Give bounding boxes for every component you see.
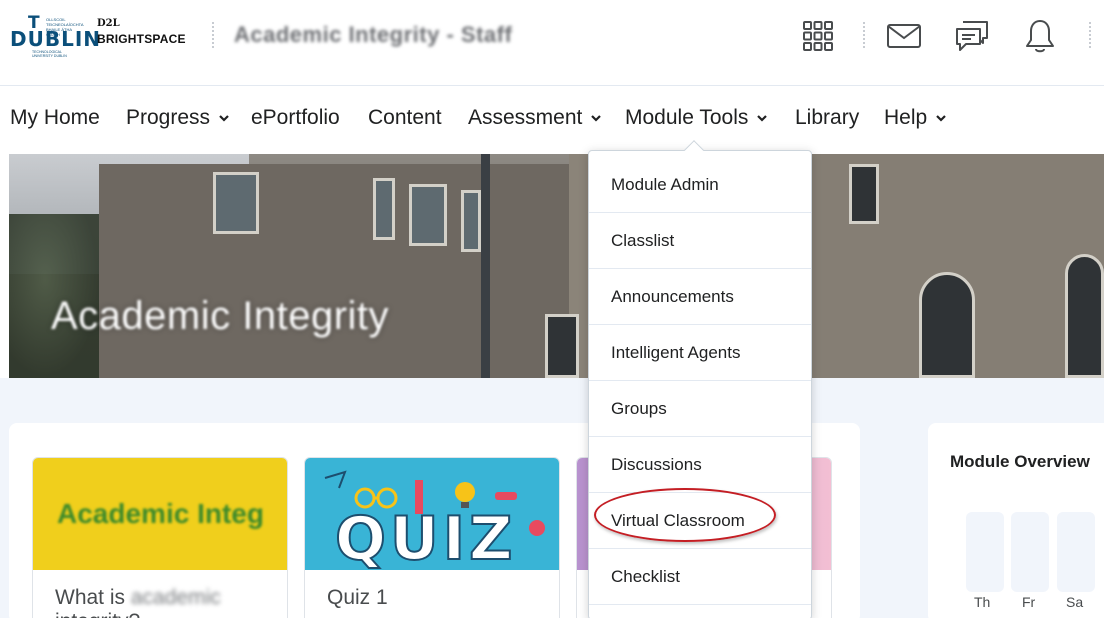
menu-item-checklist[interactable]: Checklist	[589, 549, 811, 605]
nav-label: Module Tools	[625, 106, 749, 129]
banner-title: Academic Integrity	[51, 294, 390, 338]
nav-eportfolio[interactable]: ePortfolio	[251, 106, 340, 130]
tu-tagline: OLLSCOIL TEICNEOLAÍOCHTA BHAILE ÁTHA CLI…	[46, 17, 84, 37]
banner-window	[461, 190, 481, 252]
nav-label: Progress	[126, 106, 211, 129]
card-title: Quiz 1	[327, 586, 388, 609]
nav-help[interactable]: Help	[884, 106, 947, 130]
menu-item-module-admin[interactable]: Module Admin	[589, 157, 811, 213]
top-bar: T DUBLIN OLLSCOIL TEICNEOLAÍOCHTA BHAILE…	[0, 0, 1104, 86]
menu-item-announcements[interactable]: Announcements	[589, 269, 811, 325]
banner-pole	[481, 154, 490, 378]
day-bar	[1011, 512, 1049, 592]
day-label: Sa	[1066, 594, 1084, 610]
bell-icon[interactable]	[1020, 16, 1060, 56]
content-card[interactable]: QUIZ Quiz 1	[304, 457, 560, 618]
mail-icon[interactable]	[884, 16, 924, 56]
chevron-down-icon	[591, 115, 602, 122]
nav-content[interactable]: Content	[368, 106, 442, 130]
brightspace-wordmark: BRIGHTSPACE	[97, 32, 186, 46]
day-label: Th	[974, 594, 991, 610]
day-bar	[1057, 512, 1095, 592]
chevron-down-icon	[219, 115, 229, 122]
menu-item-classlist[interactable]: Classlist	[589, 213, 811, 269]
chevron-down-icon	[936, 115, 946, 122]
waffle-icon[interactable]	[798, 16, 838, 56]
menu-item-intelligent-agents[interactable]: Intelligent Agents	[589, 325, 811, 381]
header-divider	[1089, 22, 1091, 48]
virtual-classroom-highlight-circle	[594, 488, 776, 542]
nav-label: Library	[795, 106, 860, 129]
course-banner-image: Academic Integrity	[9, 154, 1104, 378]
nav-module-tools[interactable]: Module Tools	[625, 106, 768, 130]
card-thumbnail-text: QUIZ	[334, 503, 517, 570]
day-bar	[966, 512, 1004, 592]
banner-window	[213, 172, 259, 234]
nav-label: Assessment	[468, 106, 583, 129]
nav-label: Content	[368, 106, 442, 129]
nav-label: My Home	[10, 106, 100, 129]
card-title: What is academic integrity?	[55, 586, 221, 618]
banner-window	[409, 184, 447, 246]
card-thumbnail: Academic Integ	[33, 458, 287, 570]
banner-building	[99, 164, 569, 378]
banner-window	[1065, 254, 1104, 378]
header-divider	[212, 22, 214, 48]
nav-my-home[interactable]: My Home	[10, 106, 100, 130]
nav-label: ePortfolio	[251, 106, 340, 129]
menu-item-groups[interactable]: Groups	[589, 381, 811, 437]
content-card[interactable]: Academic Integ What is academic integrit…	[32, 457, 288, 618]
d2l-wordmark: D2L	[97, 18, 120, 29]
header-divider	[863, 22, 865, 48]
chat-icon[interactable]	[952, 16, 992, 56]
nav-assessment[interactable]: Assessment	[468, 106, 602, 130]
banner-window	[919, 272, 975, 378]
nav-label: Help	[884, 106, 928, 129]
chevron-down-icon	[757, 115, 768, 122]
module-tools-dropdown: Module Admin Classlist Announcements Int…	[588, 140, 812, 618]
menu-item-discussions[interactable]: Discussions	[589, 437, 811, 493]
module-overview-widget: Module Overview	[928, 423, 1104, 618]
tu-dublin-brightspace-logo[interactable]: T DUBLIN OLLSCOIL TEICNEOLAÍOCHTA BHAILE…	[10, 13, 190, 58]
course-title[interactable]: Academic Integrity - Staff	[234, 22, 512, 48]
card-title-blurred: academic	[130, 586, 221, 609]
card-title-prefix: What is	[55, 586, 126, 609]
card-thumbnail: QUIZ	[305, 458, 559, 570]
banner-window	[373, 178, 395, 240]
banner-window	[545, 314, 579, 378]
nav-library[interactable]: Library	[795, 106, 859, 130]
nav-progress[interactable]: Progress	[126, 106, 230, 130]
card-title-suffix: integrity?	[55, 610, 140, 618]
nav-bar: My Home Progress ePortfolio Content Asse…	[0, 86, 1104, 154]
card-thumbnail-text: Academic Integ	[57, 498, 264, 529]
banner-window	[849, 164, 879, 224]
module-overview-title: Module Overview	[950, 452, 1090, 471]
tu-tagline-english: TECHNOLOGICAL UNIVERSITY DUBLIN	[32, 50, 67, 58]
homepage-content: Academic Integ What is academic integrit…	[0, 378, 1104, 618]
day-label: Fr	[1022, 594, 1036, 610]
